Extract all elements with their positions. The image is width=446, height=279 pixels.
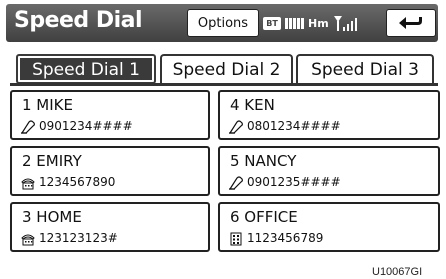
speed-dial-entry[interactable]: 2 EMIRY 1234567890 [10,146,210,196]
entry-name: 3 HOME [22,208,82,226]
entry-name: 6 OFFICE [230,208,298,226]
page-title: Speed Dial [14,8,143,33]
signal-strength-icon [333,16,357,31]
entry-number: 0901234#### [39,119,133,133]
battery-icon [285,17,304,29]
status-area: BT Hm [263,10,375,36]
back-button[interactable] [386,9,436,37]
options-button[interactable]: Options [187,9,259,37]
speed-dial-entry[interactable]: 5 NANCY 0901235#### [218,146,440,196]
speed-dial-entry[interactable]: 1 MIKE 0901234#### [10,90,210,140]
tab-speed-dial-2[interactable]: Speed Dial 2 [160,54,293,84]
bluetooth-icon: BT [263,16,281,30]
tab-divider [10,83,438,86]
entry-name: 4 KEN [230,96,275,114]
tab-speed-dial-1[interactable]: Speed Dial 1 [16,54,156,84]
mobile-phone-icon [228,176,243,190]
mobile-phone-icon [228,120,243,134]
entry-name: 2 EMIRY [22,152,82,170]
header-bar: Speed Dial Options BT Hm [6,4,438,42]
entry-number: 0901235#### [247,175,341,189]
entry-number: 0801234#### [247,119,341,133]
home-network-label: Hm [308,16,329,30]
return-arrow-icon [399,17,422,29]
image-code-label: U10067GI [372,266,423,278]
home-phone-icon [21,178,35,190]
speed-dial-entry[interactable]: 6 OFFICE 1123456789 [218,202,440,252]
speed-dial-entry[interactable]: 3 HOME 123123123# [10,202,210,252]
entry-number: 123123123# [39,231,118,245]
entry-number: 1234567890 [39,175,116,189]
home-phone-icon [21,234,35,246]
speed-dial-grid: 1 MIKE 0901234#### 2 EMIRY 1234567890 3 … [10,90,440,258]
entry-name: 5 NANCY [230,152,297,170]
speed-dial-entry[interactable]: 4 KEN 0801234#### [218,90,440,140]
mobile-phone-icon [20,120,35,134]
tab-speed-dial-3[interactable]: Speed Dial 3 [296,54,434,84]
speed-dial-screen: Speed Dial Options BT Hm Speed Dial 1 Sp… [0,0,446,265]
office-phone-icon [230,232,242,246]
entry-name: 1 MIKE [22,96,73,114]
speed-dial-tabs: Speed Dial 1 Speed Dial 2 Speed Dial 3 [16,54,436,84]
entry-number: 1123456789 [247,231,324,245]
